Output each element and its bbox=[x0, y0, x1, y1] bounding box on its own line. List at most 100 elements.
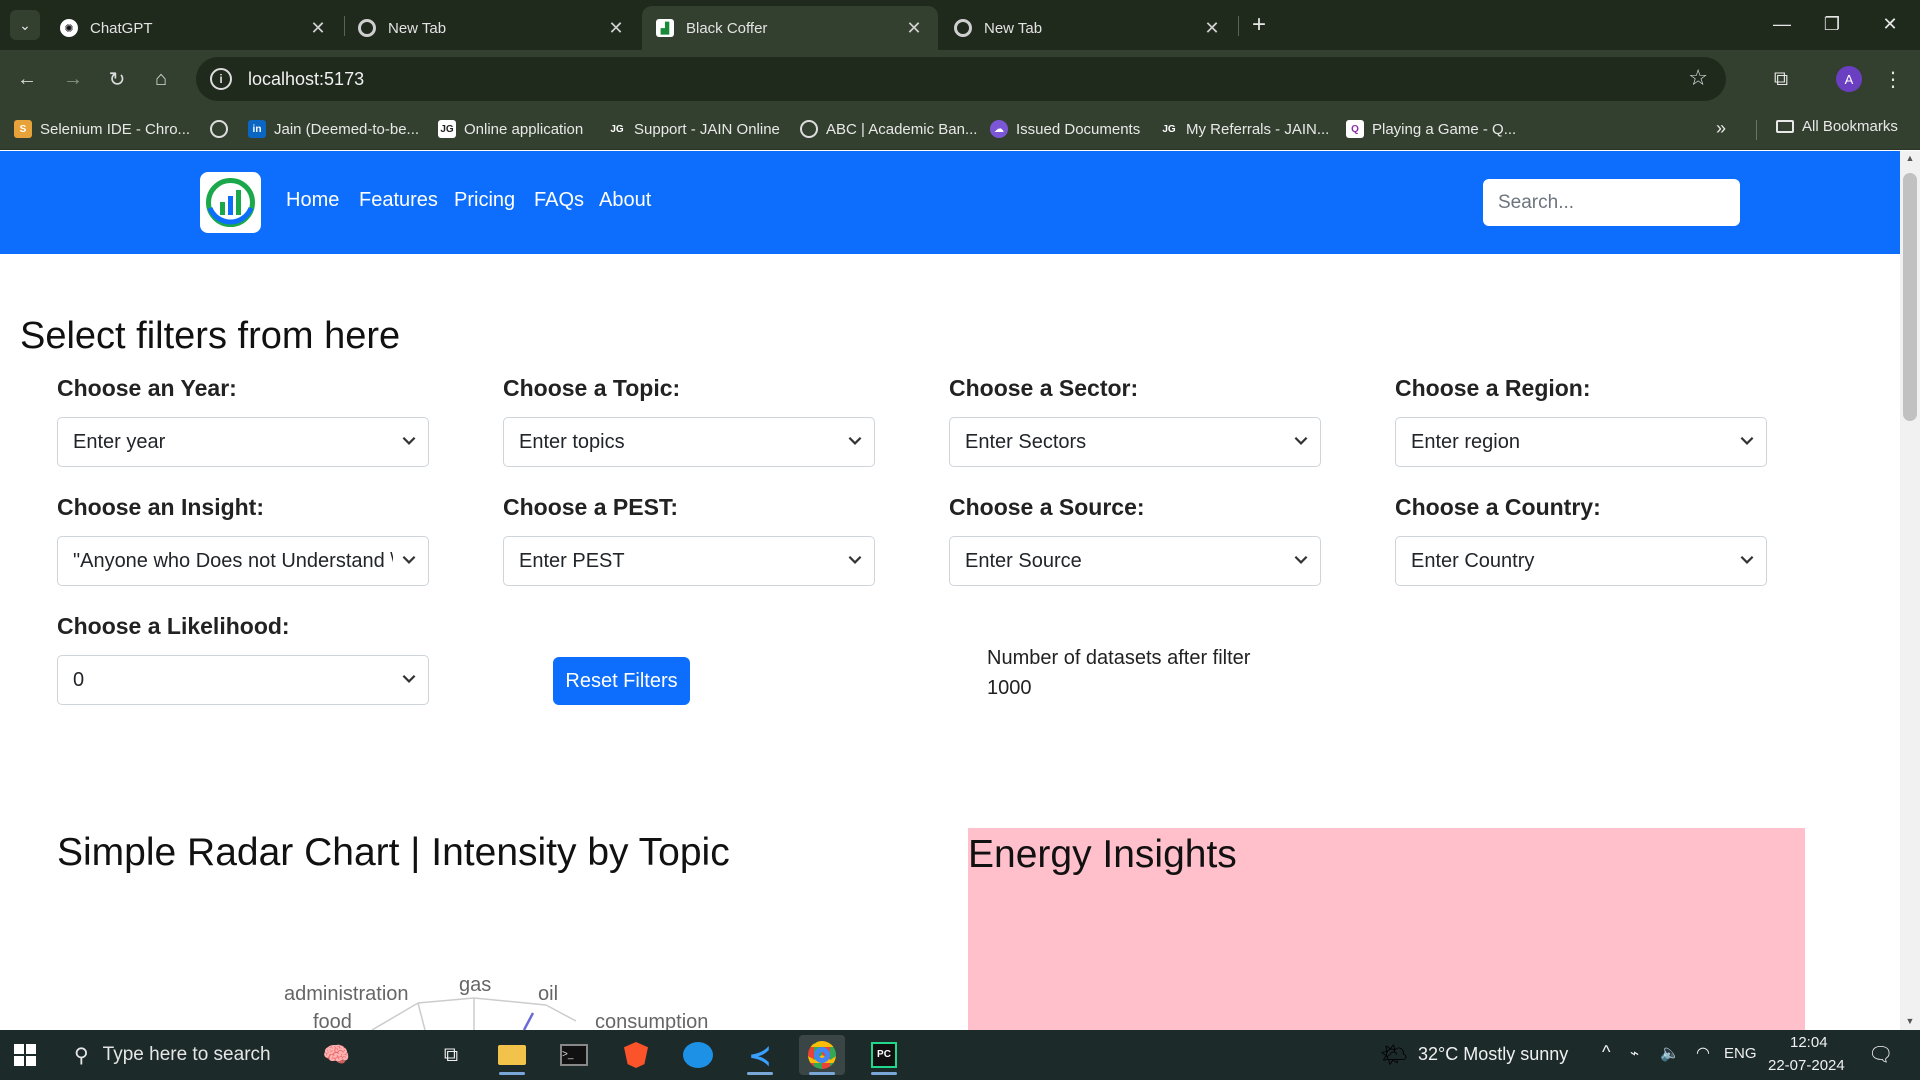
radar-grid-line bbox=[417, 1002, 426, 1030]
search-highlight-doodle-icon: 🧠 bbox=[322, 1042, 350, 1067]
search-icon: ⚲ bbox=[74, 1044, 89, 1067]
close-icon[interactable]: ✕ bbox=[904, 18, 924, 39]
scroll-down-arrow-icon[interactable]: ▼ bbox=[1904, 1016, 1916, 1028]
site-info-icon[interactable]: i bbox=[210, 68, 232, 90]
site-logo[interactable] bbox=[200, 172, 261, 233]
browser-menu-kebab-icon[interactable]: ⋮ bbox=[1876, 62, 1910, 96]
window-close-icon[interactable]: ✕ bbox=[1870, 8, 1910, 40]
nav-link-home[interactable]: Home bbox=[286, 189, 339, 212]
topic-select[interactable]: Enter topics bbox=[503, 417, 875, 467]
tab-new-tab[interactable]: New Tab ✕ bbox=[344, 6, 640, 50]
year-select[interactable]: Enter year bbox=[57, 417, 429, 467]
bookmark-item[interactable]: in Jain (Deemed-to-be... bbox=[248, 118, 419, 140]
tab-new-tab-2[interactable]: New Tab ✕ bbox=[940, 6, 1236, 50]
nav-link-features[interactable]: Features bbox=[359, 189, 438, 212]
chevron-down-icon bbox=[848, 555, 862, 564]
browser-toolbar: ← → ↻ ⌂ i localhost:5173 ☆ ⧉ A ⋮ bbox=[0, 50, 1920, 108]
brave-browser-icon[interactable] bbox=[613, 1035, 659, 1075]
all-bookmarks-label: All Bookmarks bbox=[1802, 118, 1898, 135]
bookmark-item[interactable]: JG My Referrals - JAIN... bbox=[1160, 118, 1329, 140]
country-select[interactable]: Enter Country bbox=[1395, 536, 1767, 586]
home-icon[interactable]: ⌂ bbox=[144, 62, 178, 96]
forward-arrow-icon[interactable]: → bbox=[56, 62, 90, 96]
tab-divider bbox=[1238, 16, 1239, 36]
topic-select-value: Enter topics bbox=[519, 430, 625, 453]
clock-time[interactable]: 12:04 bbox=[1790, 1034, 1828, 1051]
nav-link-pricing[interactable]: Pricing bbox=[454, 189, 515, 212]
scroll-up-arrow-icon[interactable]: ▲ bbox=[1904, 153, 1916, 165]
nav-link-about[interactable]: About bbox=[599, 189, 651, 212]
close-icon[interactable]: ✕ bbox=[308, 18, 328, 39]
bookmark-label: Online application bbox=[464, 120, 584, 138]
likelihood-select[interactable]: 0 bbox=[57, 655, 429, 705]
region-select[interactable]: Enter region bbox=[1395, 417, 1767, 467]
logo-chart-icon bbox=[206, 178, 255, 227]
docker-icon[interactable] bbox=[675, 1035, 721, 1075]
language-indicator[interactable]: ENG bbox=[1724, 1045, 1757, 1062]
close-icon[interactable]: ✕ bbox=[1202, 18, 1222, 39]
bookmark-label: ABC | Academic Ban... bbox=[826, 120, 978, 138]
tab-black-coffer[interactable]: ▟ Black Coffer ✕ bbox=[642, 6, 938, 50]
tab-search-dropdown-icon[interactable]: ⌄ bbox=[10, 10, 40, 40]
chrome-taskbar-icon[interactable] bbox=[799, 1035, 845, 1075]
reset-filters-button[interactable]: Reset Filters bbox=[553, 657, 690, 705]
sector-select[interactable]: Enter Sectors bbox=[949, 417, 1321, 467]
scrollbar-thumb[interactable] bbox=[1903, 173, 1917, 421]
radar-grid-line bbox=[371, 1002, 419, 1030]
wifi-icon[interactable]: ◠ bbox=[1696, 1043, 1710, 1063]
page-scrollbar[interactable]: ▲ ▼ bbox=[1900, 151, 1920, 1030]
profile-avatar[interactable]: A bbox=[1836, 66, 1862, 92]
reload-icon[interactable]: ↻ bbox=[100, 62, 134, 96]
globe-icon bbox=[800, 120, 818, 138]
chevron-down-icon bbox=[1740, 555, 1754, 564]
clock-date[interactable]: 22-07-2024 bbox=[1768, 1057, 1845, 1074]
new-tab-plus-icon[interactable]: + bbox=[1244, 10, 1274, 40]
tab-chatgpt[interactable]: ✺ ChatGPT ✕ bbox=[46, 6, 342, 50]
bookmark-item[interactable]: JG Support - JAIN Online bbox=[608, 118, 780, 140]
pest-filter-label: Choose a PEST: bbox=[503, 494, 679, 520]
file-explorer-icon[interactable] bbox=[489, 1035, 535, 1075]
close-icon[interactable]: ✕ bbox=[606, 18, 626, 39]
weather-text[interactable]: 32°C Mostly sunny bbox=[1418, 1044, 1568, 1065]
network-icon[interactable]: ⌁ bbox=[1630, 1044, 1639, 1062]
bookmark-item[interactable]: S Selenium IDE - Chro... bbox=[14, 118, 190, 140]
speaker-icon[interactable]: 🔈 bbox=[1660, 1043, 1680, 1063]
radar-chart bbox=[371, 997, 577, 1030]
pest-select[interactable]: Enter PEST bbox=[503, 536, 875, 586]
terminal-icon[interactable]: >_ bbox=[551, 1035, 597, 1075]
bookmark-star-icon[interactable]: ☆ bbox=[1688, 65, 1708, 91]
taskbar-search-box[interactable]: ⚲ Type here to search 🧠 bbox=[62, 1030, 418, 1080]
address-url[interactable]: localhost:5173 bbox=[248, 69, 364, 90]
task-view-icon[interactable]: ⧉ bbox=[428, 1035, 474, 1075]
chevron-down-icon bbox=[402, 555, 416, 564]
restore-icon[interactable]: ❐ bbox=[1812, 8, 1852, 40]
bookmark-item[interactable]: JG Online application bbox=[438, 118, 583, 140]
minimize-icon[interactable]: — bbox=[1762, 8, 1802, 40]
tray-chevron-up-icon[interactable]: ^ bbox=[1602, 1042, 1610, 1063]
energy-insights-title: Energy Insights bbox=[968, 833, 1237, 876]
address-bar[interactable]: i localhost:5173 ☆ bbox=[196, 57, 1726, 101]
bookmark-item[interactable]: Q Playing a Game - Q... bbox=[1346, 118, 1516, 140]
source-select-value: Enter Source bbox=[965, 549, 1082, 572]
bookmark-item[interactable] bbox=[210, 118, 236, 140]
bookmarks-overflow-chevron-icon[interactable]: » bbox=[1716, 118, 1726, 139]
insight-select[interactable]: "Anyone who Does not Understand \ bbox=[57, 536, 429, 586]
notification-icon[interactable]: 🗨 bbox=[1868, 1042, 1893, 1067]
pycharm-icon[interactable]: PC bbox=[861, 1035, 907, 1075]
bookmark-item[interactable]: ☁ Issued Documents bbox=[990, 118, 1140, 140]
site-favicon: ▟ bbox=[656, 19, 674, 37]
nav-link-faqs[interactable]: FAQs bbox=[534, 189, 584, 212]
pest-select-value: Enter PEST bbox=[519, 549, 625, 572]
radar-axis-label: food bbox=[313, 1011, 352, 1030]
source-select[interactable]: Enter Source bbox=[949, 536, 1321, 586]
jgi-icon: JG bbox=[610, 123, 624, 135]
extensions-puzzle-icon[interactable]: ⧉ bbox=[1764, 62, 1798, 96]
search-input[interactable] bbox=[1483, 179, 1740, 226]
windows-start-icon[interactable] bbox=[14, 1044, 36, 1066]
chevron-down-icon bbox=[1740, 436, 1754, 445]
back-arrow-icon[interactable]: ← bbox=[10, 62, 44, 96]
jgi-icon: JG bbox=[1162, 123, 1176, 135]
bookmark-item[interactable]: ABC | Academic Ban... bbox=[800, 118, 977, 140]
all-bookmarks-button[interactable]: All Bookmarks bbox=[1776, 118, 1898, 135]
vscode-icon[interactable]: ≺ bbox=[737, 1035, 783, 1075]
